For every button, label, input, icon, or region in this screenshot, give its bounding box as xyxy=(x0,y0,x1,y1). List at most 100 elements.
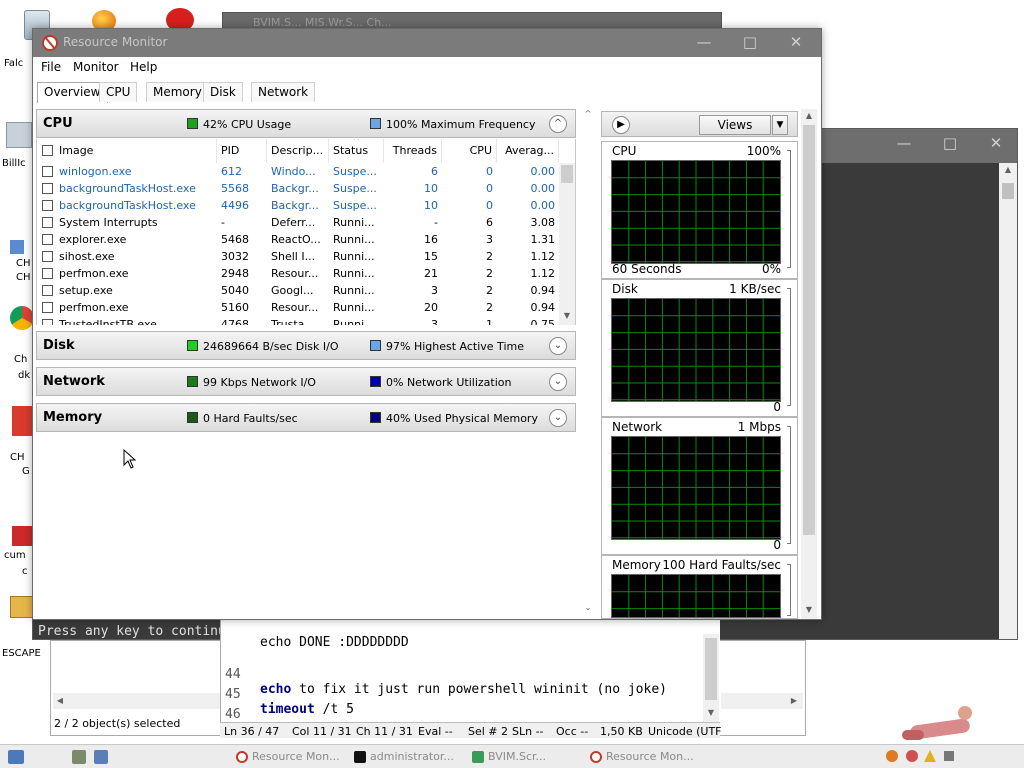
row-checkbox[interactable] xyxy=(42,285,53,296)
taskbar-item[interactable]: Resource Mon... xyxy=(236,748,340,766)
expand-right-icon[interactable]: ▶ xyxy=(612,116,630,134)
explorer-hscroll[interactable]: ◀ xyxy=(53,693,223,709)
minimize-icon[interactable]: — xyxy=(681,28,727,58)
column-header-pid[interactable]: PID xyxy=(217,139,267,163)
menu-monitor[interactable]: Monitor xyxy=(73,60,119,74)
resource-monitor-titlebar[interactable]: Resource Monitor — □ ✕ xyxy=(33,29,821,57)
desktop-icon-shortcut[interactable] xyxy=(12,526,32,546)
row-checkbox[interactable] xyxy=(42,268,53,279)
column-header-image[interactable]: Image xyxy=(55,139,217,163)
cell-pid: - xyxy=(221,216,225,229)
close-icon[interactable]: ✕ xyxy=(773,28,819,58)
left-pane-scrollbar[interactable]: ^ ⌄ xyxy=(582,109,594,619)
tab-memory[interactable]: Memory xyxy=(146,82,209,102)
network-section-header[interactable]: Network 99 Kbps Network I/O 0% Network U… xyxy=(36,367,576,396)
cell-cpu: 0 xyxy=(486,165,493,178)
memory-section-header[interactable]: Memory 0 Hard Faults/sec 40% Used Physic… xyxy=(36,403,576,432)
tab-network[interactable]: Network xyxy=(251,82,316,102)
row-checkbox[interactable] xyxy=(42,217,53,228)
table-row[interactable]: TrustedInstTB.exe 4768 Trusta... Runni... 3 1… xyxy=(37,316,557,325)
maximize-icon[interactable]: □ xyxy=(927,129,973,159)
column-header-description[interactable]: Descrip... xyxy=(267,139,329,163)
views-dropdown-icon[interactable]: ▼ xyxy=(772,115,788,135)
scroll-down-icon[interactable]: ▼ xyxy=(703,708,719,717)
scroll-up-icon[interactable]: ▲ xyxy=(999,165,1017,174)
scroll-up-icon[interactable]: ▲ xyxy=(801,111,817,120)
expand-icon[interactable]: ⌄ xyxy=(549,373,567,391)
scroll-right-icon[interactable]: ▶ xyxy=(789,696,799,705)
warning-icon[interactable] xyxy=(924,750,936,762)
table-row[interactable]: winlogon.exe 612 Windo... Suspe... 6 0 0.00 xyxy=(37,163,557,180)
menu-file[interactable]: File xyxy=(41,60,61,74)
scroll-thumb[interactable] xyxy=(803,125,815,535)
collapse-icon[interactable]: ^ xyxy=(549,115,567,133)
desktop-icon-shortcut[interactable] xyxy=(6,122,32,148)
cell-status: Runni... xyxy=(333,284,375,297)
console-scrollbar[interactable]: ▲ xyxy=(999,163,1017,639)
cpu-section-header[interactable]: CPU 42% CPU Usage 100% Maximum Frequency… xyxy=(36,109,576,138)
status-occ: Occ -- xyxy=(556,725,589,738)
network-io-indicator: 99 Kbps Network I/O xyxy=(187,376,316,389)
desktop-icon-shortcut[interactable] xyxy=(12,406,32,436)
row-checkbox[interactable] xyxy=(42,319,53,325)
taskbar-item[interactable]: administrator... xyxy=(354,748,454,766)
menu-help[interactable]: Help xyxy=(130,60,157,74)
speaker-icon[interactable] xyxy=(944,751,954,761)
expand-icon[interactable]: ⌄ xyxy=(549,337,567,355)
scroll-left-icon[interactable]: ◀ xyxy=(55,696,65,705)
row-checkbox[interactable] xyxy=(42,200,53,211)
graph-pane-scrollbar[interactable]: ▲ ▼ xyxy=(801,109,817,619)
tab-disk[interactable]: Disk xyxy=(203,82,243,102)
maximize-icon[interactable]: □ xyxy=(727,28,773,58)
table-row[interactable]: backgroundTaskHost.exe 4496 Backgr... Suspe… xyxy=(37,197,557,214)
scroll-thumb[interactable] xyxy=(561,165,573,183)
table-row[interactable]: sihost.exe 3032 Shell I... Runni... 15 2 1.12 xyxy=(37,248,557,265)
scroll-down-icon[interactable]: ⌄ xyxy=(582,603,594,612)
tray-icon[interactable] xyxy=(886,750,898,762)
disk-section-header[interactable]: Disk 24689664 B/sec Disk I/O 97% Highest… xyxy=(36,331,576,360)
explorer-hscroll-right[interactable]: ▶ xyxy=(721,693,803,709)
chrome-icon[interactable] xyxy=(10,306,34,330)
views-button[interactable]: Views xyxy=(699,115,771,135)
tab-cpu[interactable]: CPU xyxy=(99,82,138,102)
column-header-threads[interactable]: Threads xyxy=(384,139,442,163)
scroll-up-icon[interactable]: ^ xyxy=(582,109,594,118)
select-all-checkbox[interactable] xyxy=(42,145,53,156)
cell-status: Suspe... xyxy=(333,165,377,178)
tab-overview[interactable]: Overview xyxy=(37,82,108,103)
cpu-table-scrollbar[interactable]: ▼ xyxy=(559,163,575,325)
editor-vscroll[interactable]: ▼ xyxy=(703,634,719,722)
table-row[interactable]: setup.exe 5040 Googl... Runni... 3 2 0.94 xyxy=(37,282,557,299)
close-icon[interactable]: ✕ xyxy=(973,129,1019,159)
table-row[interactable]: perfmon.exe 2948 Resour... Runni... 21 2 1.12 xyxy=(37,265,557,282)
start-icon[interactable] xyxy=(8,750,24,764)
scroll-down-icon[interactable]: ▼ xyxy=(559,311,575,320)
tray-icon[interactable] xyxy=(906,750,918,762)
table-row[interactable]: perfmon.exe 5160 Resour... Runni... 20 2 0.94 xyxy=(37,299,557,316)
row-checkbox[interactable] xyxy=(42,251,53,262)
desktop-icon[interactable] xyxy=(72,750,86,764)
desktop-icon-shortcut[interactable] xyxy=(10,240,24,254)
row-checkbox[interactable] xyxy=(42,234,53,245)
minimize-icon[interactable]: — xyxy=(881,129,927,159)
expand-icon[interactable]: ⌄ xyxy=(549,409,567,427)
column-header-average[interactable]: Averag... xyxy=(497,139,559,163)
table-row[interactable]: System Interrupts - Deferr... Runni... - 6 3.0… xyxy=(37,214,557,231)
scroll-thumb[interactable] xyxy=(1002,183,1014,199)
table-row[interactable]: backgroundTaskHost.exe 5568 Backgr... Suspe… xyxy=(37,180,557,197)
scroll-down-icon[interactable]: ▼ xyxy=(801,605,817,614)
scroll-thumb[interactable] xyxy=(705,638,717,700)
table-row[interactable]: explorer.exe 5468 ReactO... Runni... 16 3 1.31 xyxy=(37,231,557,248)
row-checkbox[interactable] xyxy=(42,166,53,177)
explorer-icon[interactable] xyxy=(94,750,108,764)
column-header-cpu[interactable]: CPU xyxy=(442,139,497,163)
cell-avg: 0.75 xyxy=(530,318,556,325)
row-checkbox[interactable] xyxy=(42,183,53,194)
row-checkbox[interactable] xyxy=(42,302,53,313)
taskbar-item[interactable]: BVIM.Scr... xyxy=(472,748,546,766)
resource-monitor-window[interactable]: Resource Monitor — □ ✕ File Monitor Help… xyxy=(32,28,822,620)
taskbar-item[interactable]: Resource Mon... xyxy=(590,748,694,766)
folder-icon[interactable] xyxy=(10,596,34,618)
code-editor[interactable]: echo DONE :DDDDDDDD 44 echo to fix it ju… xyxy=(220,614,720,738)
taskbar: Resource Mon... administrator... BVIM.Sc… xyxy=(0,744,1024,768)
